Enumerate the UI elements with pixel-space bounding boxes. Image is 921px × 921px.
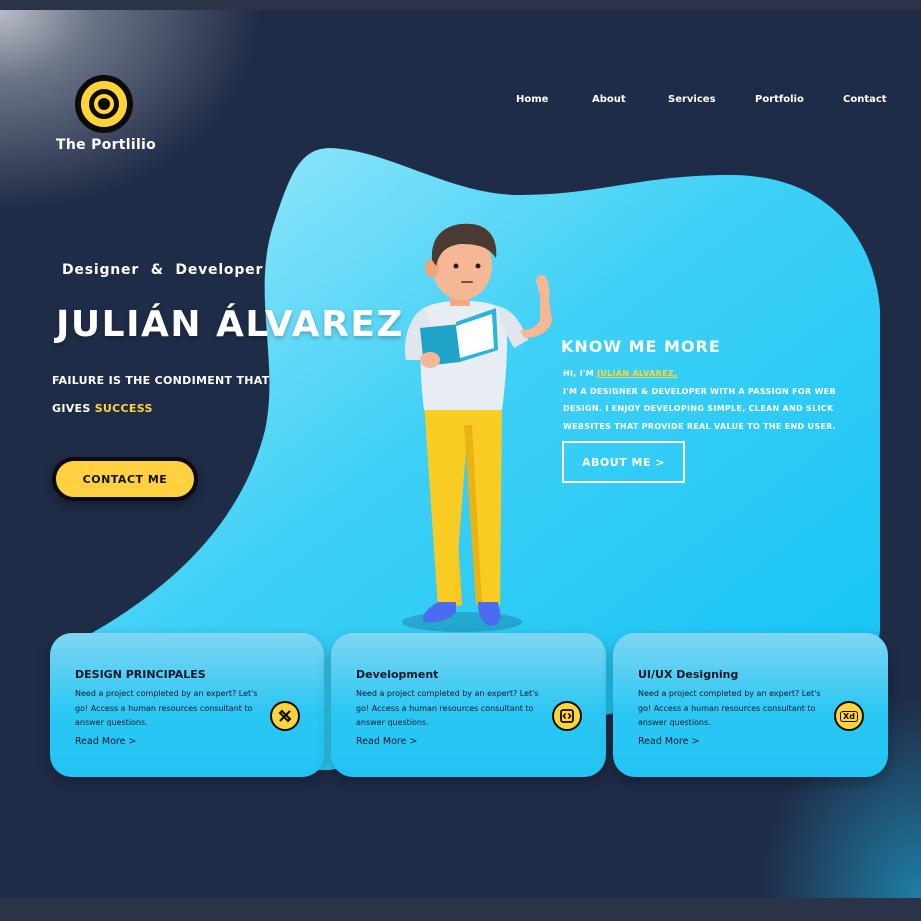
about-description: I'M A DESIGNER & DEVELOPER WITH A PASSIO… (563, 386, 837, 431)
service-card-uiux[interactable]: UI/UX Designing Need a project completed… (613, 633, 888, 777)
read-more-link[interactable]: Read More > (356, 736, 417, 747)
about-title: KNOW ME MORE (561, 337, 721, 356)
card-title: Development (356, 668, 439, 681)
card-title: DESIGN PRINCIPALES (75, 668, 206, 681)
brand-name: The Portlilio (56, 137, 157, 153)
logo-icon (75, 75, 133, 133)
service-card-development[interactable]: Development Need a project completed by … (331, 633, 606, 777)
nav-services[interactable]: Services (668, 94, 716, 105)
read-more-link[interactable]: Read More > (638, 736, 699, 747)
nav-contact[interactable]: Contact (843, 94, 887, 105)
card-text: Need a project completed by an expert? L… (75, 689, 258, 727)
card-text: Need a project completed by an expert? L… (638, 689, 821, 727)
design-tools-icon (270, 701, 300, 731)
code-icon (552, 701, 582, 731)
card-title: UI/UX Designing (638, 668, 739, 681)
page-frame: The Portlilio Home About Services Portfo… (0, 10, 921, 898)
contact-me-button[interactable]: CONTACT ME (52, 457, 198, 501)
hero-name: JULIÁN ÁLVAREZ (56, 304, 405, 345)
tagline-line1: FAILURE IS THE CONDIMENT THAT (52, 374, 270, 387)
xd-icon-text: Xd (840, 710, 858, 722)
nav-about[interactable]: About (592, 94, 626, 105)
tagline-highlight: SUCCESS (94, 402, 153, 415)
about-text: HI, I'M JULIÁN ÁLVAREZ, I'M A DESIGNER &… (563, 365, 873, 435)
about-greeting-name[interactable]: JULIÁN ÁLVAREZ, (597, 369, 677, 378)
about-greeting-prefix: HI, I'M (563, 369, 598, 378)
xd-icon: Xd (834, 701, 864, 731)
card-text: Need a project completed by an expert? L… (356, 689, 539, 727)
nav-home[interactable]: Home (516, 94, 548, 105)
read-more-link[interactable]: Read More > (75, 736, 136, 747)
hero-subtitle: Designer & Developer (62, 262, 264, 278)
service-card-design[interactable]: DESIGN PRINCIPALES Need a project comple… (50, 633, 324, 777)
character-illustration (402, 223, 552, 632)
tagline-prefix: GIVES (52, 402, 95, 415)
nav-portfolio[interactable]: Portfolio (755, 94, 804, 105)
tagline-line2: GIVES SUCCESS (52, 402, 153, 415)
about-me-button[interactable]: ABOUT ME > (562, 441, 685, 483)
